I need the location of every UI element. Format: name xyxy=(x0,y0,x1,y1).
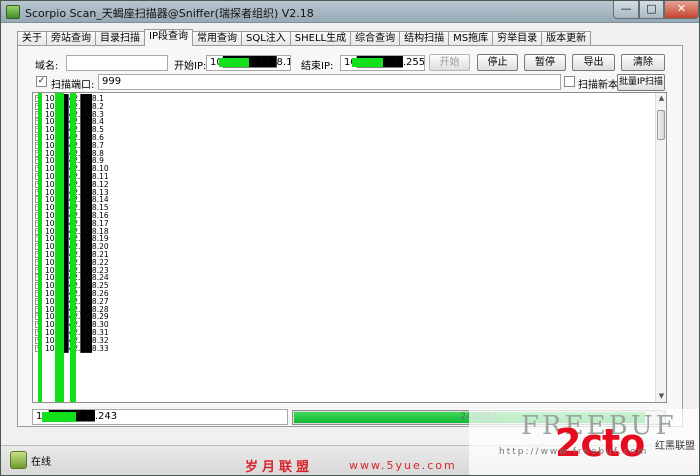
tree-row[interactable]: +10 ██42.██8.19 xyxy=(35,235,655,243)
vertical-scrollbar[interactable]: ▲ ▼ xyxy=(655,93,666,402)
tree-row[interactable]: +10 ██42.██8.31 xyxy=(35,328,655,337)
tree-row[interactable]: +10 ██42.██8.12 xyxy=(35,180,655,189)
domain-input[interactable] xyxy=(66,55,168,71)
start-button[interactable]: 开始 xyxy=(429,54,470,71)
tree-row[interactable]: +10 ██42.██8.26 xyxy=(35,289,655,298)
tree-row[interactable]: +10 ██42.██8.11 xyxy=(35,172,655,181)
start-ip-label: 开始IP: xyxy=(174,61,207,72)
pause-button[interactable]: 暂停 xyxy=(524,54,566,71)
scan-new-checkbox[interactable] xyxy=(564,76,575,87)
tree-row[interactable]: +10 ██42.██8.5 xyxy=(35,126,655,134)
tree-row[interactable]: +10 ██42.██8.27 xyxy=(35,297,655,306)
domain-label: 域名: xyxy=(35,61,59,72)
tree-row[interactable]: +10 ██42.██8.29 xyxy=(35,313,655,321)
redaction xyxy=(55,93,64,402)
scan-port-input[interactable]: 999 xyxy=(98,74,561,90)
tree-row[interactable]: +10 ██42.██8.6 xyxy=(35,133,655,142)
tab-bar: 关于 旁站查询 目录扫描 IP段查询 常用查询 SQL注入 SHELL生成 综合… xyxy=(17,29,592,46)
export-button[interactable]: 导出 xyxy=(572,54,615,71)
watermark-2cto: 2cto xyxy=(555,421,645,465)
batch-ip-scan-button[interactable]: 批量IP扫描 xyxy=(617,74,665,91)
tree-row[interactable]: +10 ██42.██8.8 xyxy=(35,149,655,158)
tree-row[interactable]: +10 ██42.██8.28 xyxy=(35,305,655,314)
tree-row[interactable]: +10 ██42.██8.25 xyxy=(35,282,655,290)
online-status-icon xyxy=(10,451,27,469)
redaction xyxy=(42,412,76,422)
app-icon xyxy=(6,5,20,19)
tree-row[interactable]: +10 ██42.██8.30 xyxy=(35,321,655,329)
redaction xyxy=(70,93,76,402)
scroll-up-icon[interactable]: ▲ xyxy=(657,94,666,103)
tab-structure[interactable]: 结构扫描 xyxy=(399,31,450,46)
end-ip-input[interactable]: 10██████.255 xyxy=(340,55,425,71)
tree-row[interactable]: +10 ██42.██8.17 xyxy=(35,219,655,228)
tree-row[interactable]: +10 ██42.██8.9 xyxy=(35,157,655,165)
result-list: +10 ██42.██8.1+10 ██42.██8.2+10 ██42.██8… xyxy=(35,95,655,352)
redaction xyxy=(38,93,42,402)
stop-button[interactable]: 停止 xyxy=(477,54,518,71)
brand-text: 岁月联盟 xyxy=(245,460,314,475)
tab-ms[interactable]: MS拖库 xyxy=(448,31,494,46)
watermark-hongheilianmeng: 红黑联盟 xyxy=(655,441,695,452)
tree-row[interactable]: +10 ██42.██8.24 xyxy=(35,274,655,282)
scan-port-checkbox[interactable]: ✓ xyxy=(36,76,47,87)
status-text: 在线 xyxy=(31,457,51,468)
result-tree[interactable]: +10 ██42.██8.1+10 ██42.██8.2+10 ██42.██8… xyxy=(32,92,667,403)
tree-row[interactable]: +10 ██42.██8.15 xyxy=(35,204,655,212)
brand-url: www.5yue.com xyxy=(349,459,457,472)
tree-row[interactable]: +10 ██42.██8.23 xyxy=(35,266,655,275)
tree-row[interactable]: +10 ██42.██8.2 xyxy=(35,102,655,111)
main-window: Scorpio Scan_天蝎座扫描器@Sniffer(瑞探者组织) V2.18… xyxy=(0,0,700,476)
tab-ip-range[interactable]: IP段查询 xyxy=(144,29,193,46)
redaction xyxy=(352,58,383,67)
tree-row[interactable]: +10 ██42.██8.32 xyxy=(35,336,655,345)
tab-sidesite[interactable]: 旁站查询 xyxy=(46,31,96,46)
tab-sql[interactable]: SQL注入 xyxy=(240,31,291,46)
scan-new-label: 扫描新本 xyxy=(578,80,618,91)
tree-row[interactable]: +10 ██42.██8.1 xyxy=(35,95,655,103)
window-title: Scorpio Scan_天蝎座扫描器@Sniffer(瑞探者组织) V2.18 xyxy=(25,7,314,20)
tree-row[interactable]: +10 ██42.██8.4 xyxy=(35,118,655,126)
scroll-thumb[interactable] xyxy=(657,110,665,140)
tab-common[interactable]: 常用查询 xyxy=(191,31,242,46)
tree-row[interactable]: +10 ██42.██8.22 xyxy=(35,258,655,267)
scan-port-label: 扫描端口: xyxy=(51,80,95,91)
watermark-url: http://www.freebuf.com xyxy=(499,447,649,457)
tree-row[interactable]: +10 ██42.██8.7 xyxy=(35,141,655,150)
clear-button[interactable]: 清除 xyxy=(621,54,665,71)
tab-shell[interactable]: SHELL生成 xyxy=(289,31,352,46)
tree-row[interactable]: +10 ██42.██8.10 xyxy=(35,165,655,173)
minimize-button[interactable]: — xyxy=(613,1,639,19)
tree-row[interactable]: +10 ██42.██8.16 xyxy=(35,211,655,220)
close-button[interactable]: ✕ xyxy=(664,1,699,19)
tree-row[interactable]: +10 ██42.██8.20 xyxy=(35,243,655,251)
current-ip-field: 10██████.243 xyxy=(32,409,288,425)
tree-row[interactable]: +10 ██42.██8.13 xyxy=(35,188,655,197)
tab-dirscan[interactable]: 目录扫描 xyxy=(95,31,145,46)
end-ip-label: 结束IP: xyxy=(301,61,334,72)
watermark: FREEBUF 2cto 红黑联盟 http://www.freebuf.com xyxy=(469,409,699,475)
tree-row[interactable]: +10 ██42.██8.18 xyxy=(35,227,655,236)
title-bar[interactable]: Scorpio Scan_天蝎座扫描器@Sniffer(瑞探者组织) V2.18… xyxy=(1,1,699,23)
tab-combined[interactable]: 综合查询 xyxy=(350,31,401,46)
tab-about[interactable]: 关于 xyxy=(17,31,47,46)
tree-row[interactable]: +10 ██42.██8.33 xyxy=(35,344,655,353)
tree-row[interactable]: +10 ██42.██8.21 xyxy=(35,250,655,259)
redaction xyxy=(219,58,249,67)
tree-row[interactable]: +10 ██42.██8.14 xyxy=(35,196,655,204)
start-ip-input[interactable]: 10███████8.1 xyxy=(206,55,291,71)
tab-bruteforce[interactable]: 穷举目录 xyxy=(492,31,543,46)
tab-update[interactable]: 版本更新 xyxy=(541,31,592,46)
tree-row[interactable]: +10 ██42.██8.3 xyxy=(35,110,655,119)
maximize-button[interactable]: □ xyxy=(639,1,664,19)
scroll-down-icon[interactable]: ▼ xyxy=(657,392,666,401)
